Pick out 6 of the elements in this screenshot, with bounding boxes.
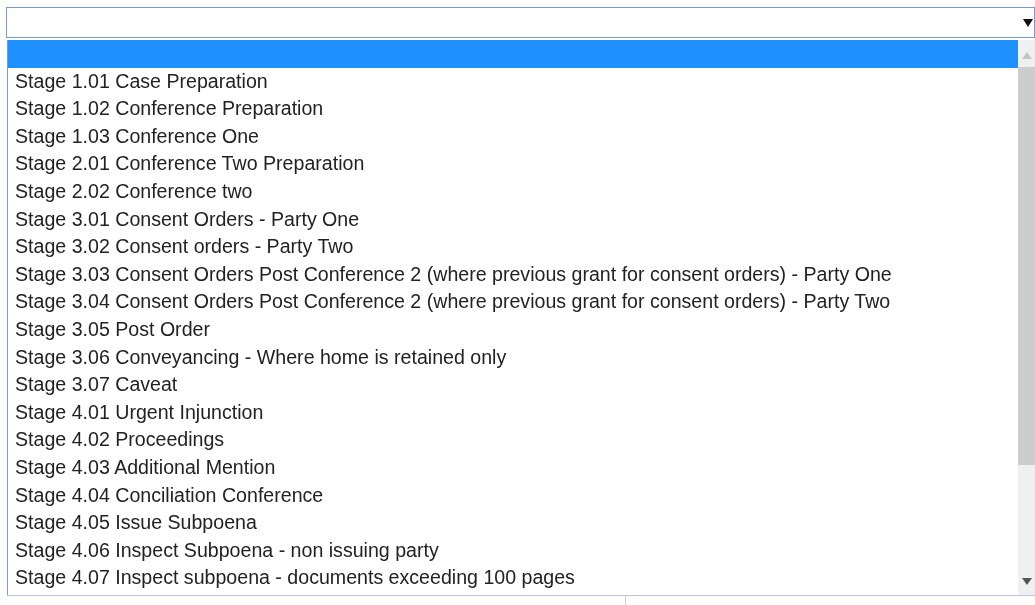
scroll-up-icon[interactable] xyxy=(1021,52,1032,59)
dropdown-field[interactable] xyxy=(6,7,1035,38)
caret-icon xyxy=(1023,18,1033,27)
scroll-thumb[interactable] xyxy=(1018,67,1035,465)
scrollbar[interactable] xyxy=(1018,40,1035,595)
scroll-down-icon[interactable] xyxy=(1021,578,1032,585)
